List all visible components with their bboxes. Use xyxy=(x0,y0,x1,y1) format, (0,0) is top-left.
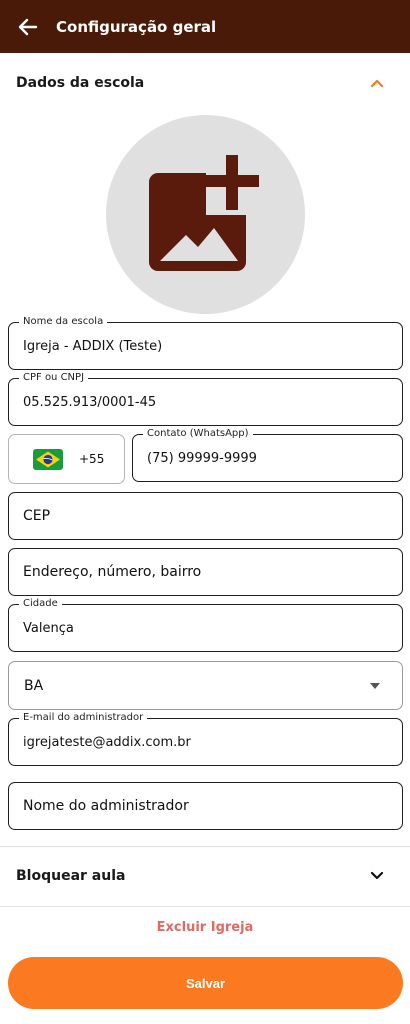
page-title: Configuração geral xyxy=(56,17,217,36)
admin-name-placeholder: Nome do administrador xyxy=(23,798,189,814)
divider xyxy=(0,846,410,847)
section-title-block-class: Bloquear aula xyxy=(16,868,126,884)
contact-value: (75) 99999-9999 xyxy=(147,450,257,466)
arrow-left-icon xyxy=(18,18,38,35)
cpf-cnpj-value: 05.525.913/0001-45 xyxy=(23,394,157,410)
address-field[interactable]: Endereço, número, bairro xyxy=(8,548,403,596)
section-header-school-data[interactable]: Dados da escola xyxy=(0,55,410,111)
school-name-value: Igreja - ADDIX (Teste) xyxy=(23,338,163,354)
section-header-block-class[interactable]: Bloquear aula xyxy=(0,848,410,904)
state-select[interactable]: BA xyxy=(8,661,403,710)
brazil-flag-icon xyxy=(33,448,63,470)
chevron-down-icon xyxy=(370,871,384,880)
school-image-picker[interactable] xyxy=(106,115,305,314)
add-photo-icon xyxy=(148,154,266,271)
country-code-selector[interactable]: +55 xyxy=(8,434,125,484)
admin-email-value: igrejateste@addix.com.br xyxy=(23,734,191,750)
save-button[interactable]: Salvar xyxy=(8,957,403,1009)
school-name-field[interactable]: Nome da escola Igreja - ADDIX (Teste) xyxy=(8,315,403,370)
state-value: BA xyxy=(24,677,44,694)
address-placeholder: Endereço, número, bairro xyxy=(23,564,202,580)
country-code-text: +55 xyxy=(79,452,105,466)
cep-placeholder: CEP xyxy=(23,508,51,524)
admin-email-field[interactable]: E-mail do administrador igrejateste@addi… xyxy=(8,711,403,766)
divider xyxy=(0,906,410,907)
city-value: Valença xyxy=(23,620,74,636)
contact-whatsapp-field[interactable]: Contato (WhatsApp) (75) 99999-9999 xyxy=(132,427,403,482)
admin-name-field[interactable]: Nome do administrador xyxy=(8,782,403,830)
cpf-cnpj-field[interactable]: CPF ou CNPJ 05.525.913/0001-45 xyxy=(8,371,403,426)
section-title-school-data: Dados da escola xyxy=(16,75,145,91)
cep-field[interactable]: CEP xyxy=(8,492,403,540)
delete-church-link[interactable]: Excluir Igreja xyxy=(0,920,410,935)
app-bar: Configuração geral xyxy=(0,0,410,53)
back-button[interactable] xyxy=(0,0,56,53)
city-field[interactable]: Cidade Valença xyxy=(8,597,403,652)
chevron-up-icon xyxy=(370,79,384,88)
dropdown-caret-icon xyxy=(370,683,380,689)
